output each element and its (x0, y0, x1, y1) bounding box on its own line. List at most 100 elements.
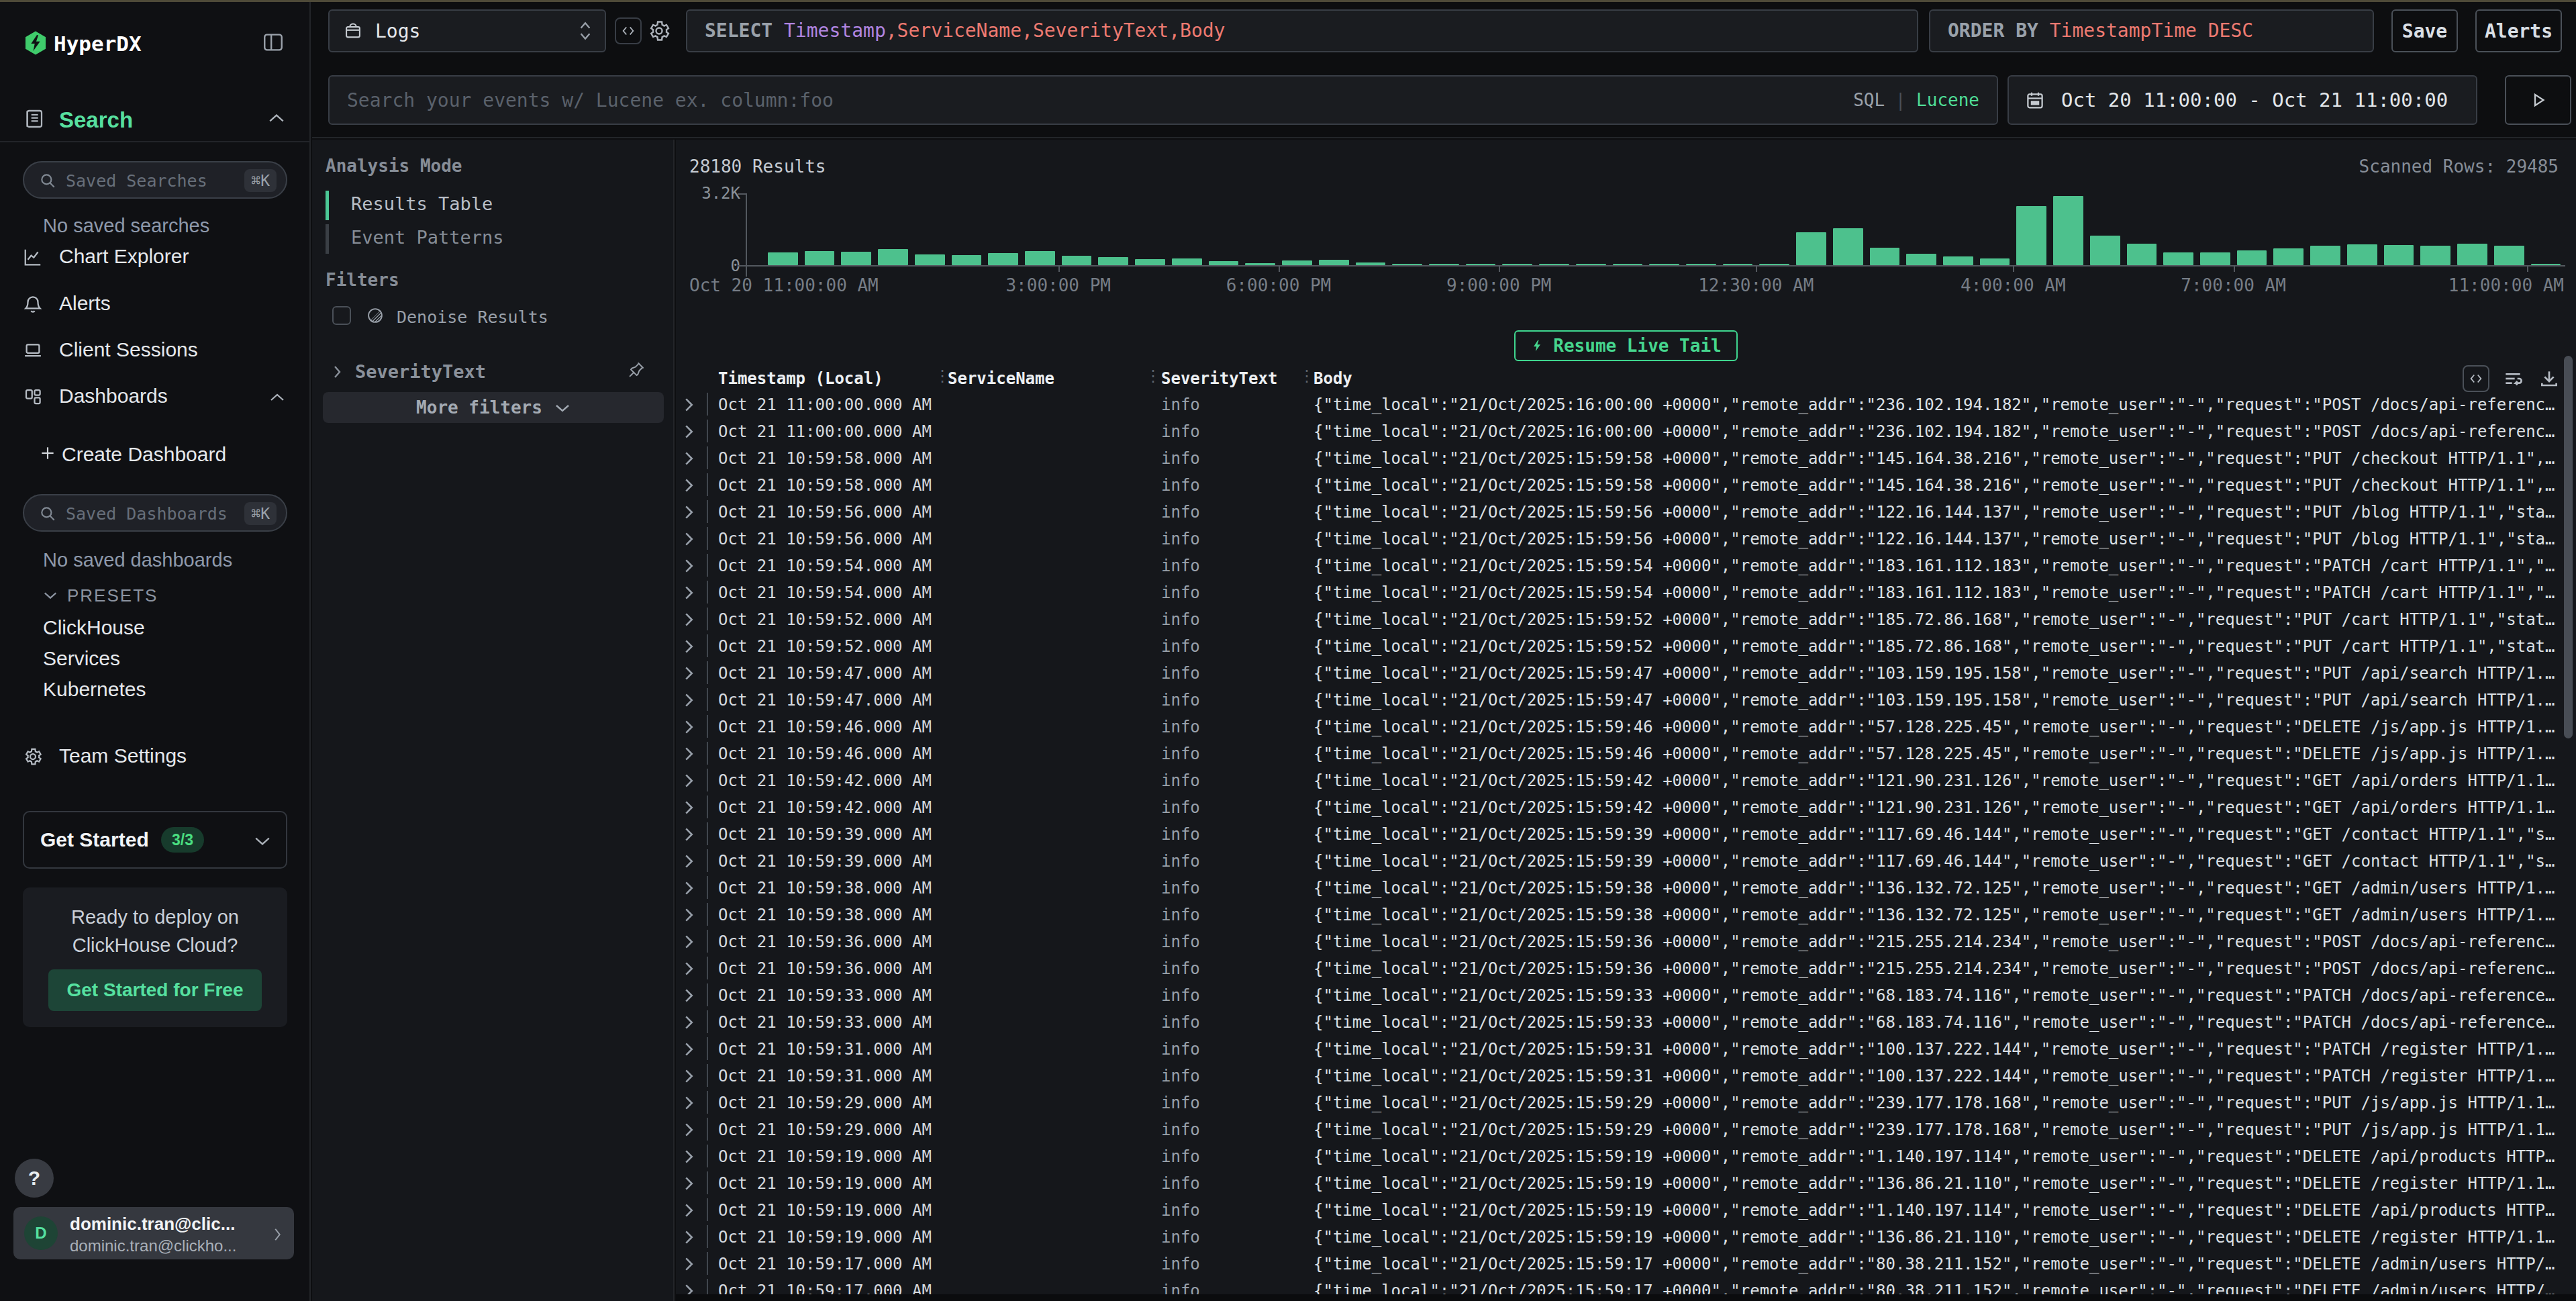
column-header-severitytext[interactable]: SeverityText (1161, 369, 1299, 389)
histogram-bar[interactable] (1098, 257, 1128, 265)
row-expand-chevron-icon[interactable] (684, 772, 701, 789)
row-expand-chevron-icon[interactable] (684, 584, 701, 601)
row-expand-chevron-icon[interactable] (684, 530, 701, 548)
row-expand-chevron-icon[interactable] (684, 691, 701, 709)
histogram-bar[interactable] (1319, 260, 1349, 265)
row-expand-chevron-icon[interactable] (684, 1255, 701, 1273)
histogram-bar[interactable] (1906, 254, 1936, 265)
table-row[interactable]: Oct 21 10:59:36.000 AM info {"time_local… (676, 928, 2576, 955)
create-dashboard-button[interactable]: Create Dashboard (23, 443, 287, 470)
table-row[interactable]: Oct 21 10:59:38.000 AM info {"time_local… (676, 902, 2576, 928)
source-select[interactable]: Logs (328, 9, 606, 52)
vertical-scrollbar[interactable] (2564, 356, 2573, 738)
histogram-bar[interactable] (2494, 246, 2524, 265)
histogram-bars[interactable] (764, 195, 2564, 265)
column-resize-handle[interactable]: ⋮ (1145, 367, 1150, 385)
table-row[interactable]: Oct 21 10:59:46.000 AM info {"time_local… (676, 740, 2576, 767)
table-row[interactable]: Oct 21 10:59:36.000 AM info {"time_local… (676, 955, 2576, 982)
row-expand-chevron-icon[interactable] (684, 718, 701, 736)
histogram-bar[interactable] (2457, 244, 2487, 265)
save-button[interactable]: Save (2391, 9, 2458, 52)
severity-filter-group[interactable]: SeverityText (331, 358, 657, 385)
histogram-bar[interactable] (1943, 256, 1973, 265)
run-query-button[interactable] (2505, 75, 2571, 125)
table-row[interactable]: Oct 21 10:59:31.000 AM info {"time_local… (676, 1063, 2576, 1090)
sidebar-item-chart-explorer[interactable]: Chart Explorer (0, 244, 309, 275)
table-row[interactable]: Oct 21 10:59:54.000 AM info {"time_local… (676, 579, 2576, 606)
table-row[interactable]: Oct 21 10:59:29.000 AM info {"time_local… (676, 1090, 2576, 1116)
row-expand-chevron-icon[interactable] (684, 638, 701, 655)
table-row[interactable]: Oct 21 10:59:42.000 AM info {"time_local… (676, 767, 2576, 794)
histogram-bar[interactable] (1025, 251, 1055, 265)
pin-icon[interactable] (626, 360, 646, 380)
analysis-mode-event-patterns[interactable]: Event Patterns (326, 222, 648, 255)
column-resize-handle[interactable]: ⋮ (1299, 367, 1304, 385)
row-expand-chevron-icon[interactable] (684, 450, 701, 467)
histogram-bar[interactable] (2163, 252, 2193, 265)
row-expand-chevron-icon[interactable] (684, 933, 701, 951)
view-source-icon[interactable] (2463, 365, 2489, 392)
alerts-button[interactable]: Alerts (2475, 9, 2562, 52)
histogram-bar[interactable] (1172, 258, 1202, 265)
row-expand-chevron-icon[interactable] (684, 396, 701, 414)
sidebar-item-services[interactable]: Services (43, 647, 120, 670)
more-filters-button[interactable]: More filters (323, 392, 664, 423)
histogram-bar[interactable] (1796, 232, 1826, 265)
row-expand-chevron-icon[interactable] (684, 1067, 701, 1085)
lucene-search-input[interactable]: Search your events w/ Lucene ex. column:… (328, 75, 1998, 125)
table-row[interactable]: Oct 21 10:59:19.000 AM info {"time_local… (676, 1197, 2576, 1224)
table-row[interactable]: Oct 21 10:59:42.000 AM info {"time_local… (676, 794, 2576, 821)
row-expand-chevron-icon[interactable] (684, 1202, 701, 1219)
row-expand-chevron-icon[interactable] (684, 987, 701, 1004)
table-row[interactable]: Oct 21 10:59:39.000 AM info {"time_local… (676, 821, 2576, 848)
table-row[interactable]: Oct 21 10:59:31.000 AM info {"time_local… (676, 1036, 2576, 1063)
sidebar-item-alerts[interactable]: Alerts (0, 291, 309, 322)
histogram-bar[interactable] (2090, 236, 2120, 265)
histogram-bar[interactable] (2237, 250, 2267, 265)
saved-dashboards-input[interactable]: Saved Dashboards ⌘K (23, 494, 287, 532)
row-expand-chevron-icon[interactable] (684, 1041, 701, 1058)
analysis-mode-results-table[interactable]: Results Table (326, 188, 648, 222)
row-expand-chevron-icon[interactable] (684, 1228, 701, 1246)
table-row[interactable]: Oct 21 10:59:47.000 AM info {"time_local… (676, 660, 2576, 687)
row-expand-chevron-icon[interactable] (684, 906, 701, 924)
column-header-body[interactable]: Body (1314, 369, 2559, 389)
table-row[interactable]: Oct 21 10:59:46.000 AM info {"time_local… (676, 714, 2576, 740)
denoise-checkbox[interactable] (332, 306, 351, 325)
histogram-bar[interactable] (768, 252, 798, 265)
table-row[interactable]: Oct 21 10:59:19.000 AM info {"time_local… (676, 1224, 2576, 1251)
histogram-bar[interactable] (2347, 244, 2377, 265)
table-row[interactable]: Oct 21 10:59:47.000 AM info {"time_local… (676, 687, 2576, 714)
row-expand-chevron-icon[interactable] (684, 745, 701, 763)
row-expand-chevron-icon[interactable] (684, 1094, 701, 1112)
histogram-bar[interactable] (841, 252, 871, 265)
table-row[interactable]: Oct 21 10:59:33.000 AM info {"time_local… (676, 982, 2576, 1009)
histogram-bar[interactable] (2016, 206, 2046, 265)
histogram-bar[interactable] (1062, 256, 1092, 265)
download-icon[interactable] (2538, 365, 2563, 389)
resume-live-tail-button[interactable]: Resume Live Tail (1514, 330, 1737, 361)
row-expand-chevron-icon[interactable] (684, 557, 701, 575)
histogram-bar[interactable] (952, 255, 982, 265)
order-by-input[interactable]: ORDER BY TimestampTime DESC (1929, 9, 2374, 52)
sidebar-item-kubernetes[interactable]: Kubernetes (43, 678, 146, 701)
histogram-bar[interactable] (988, 253, 1018, 265)
row-expand-chevron-icon[interactable] (684, 611, 701, 628)
get-started-toggle[interactable]: Get Started 3/3 (23, 811, 287, 869)
table-row[interactable]: Oct 21 10:59:52.000 AM info {"time_local… (676, 606, 2576, 633)
sidebar-item-search[interactable]: Search (23, 107, 291, 134)
histogram-bar[interactable] (2127, 244, 2157, 265)
row-expand-chevron-icon[interactable] (684, 665, 701, 682)
histogram-bar[interactable] (878, 249, 908, 265)
table-row[interactable]: Oct 21 10:59:17.000 AM info {"time_local… (676, 1251, 2576, 1278)
column-header-servicename[interactable]: ServiceName (948, 369, 1145, 389)
histogram-bar[interactable] (1980, 258, 2010, 265)
table-row[interactable]: Oct 21 10:59:52.000 AM info {"time_local… (676, 633, 2576, 660)
table-row[interactable]: Oct 21 11:00:00.000 AM info {"time_local… (676, 418, 2576, 445)
language-toggle-lucene[interactable]: Lucene (1916, 90, 1979, 110)
histogram-bar[interactable] (1870, 248, 1900, 265)
table-row[interactable]: Oct 21 10:59:33.000 AM info {"time_local… (676, 1009, 2576, 1036)
histogram-bar[interactable] (2384, 245, 2414, 265)
column-header-timestamp[interactable]: Timestamp (Local) (718, 369, 934, 389)
denoise-results-toggle[interactable]: Denoise Results (332, 303, 654, 330)
